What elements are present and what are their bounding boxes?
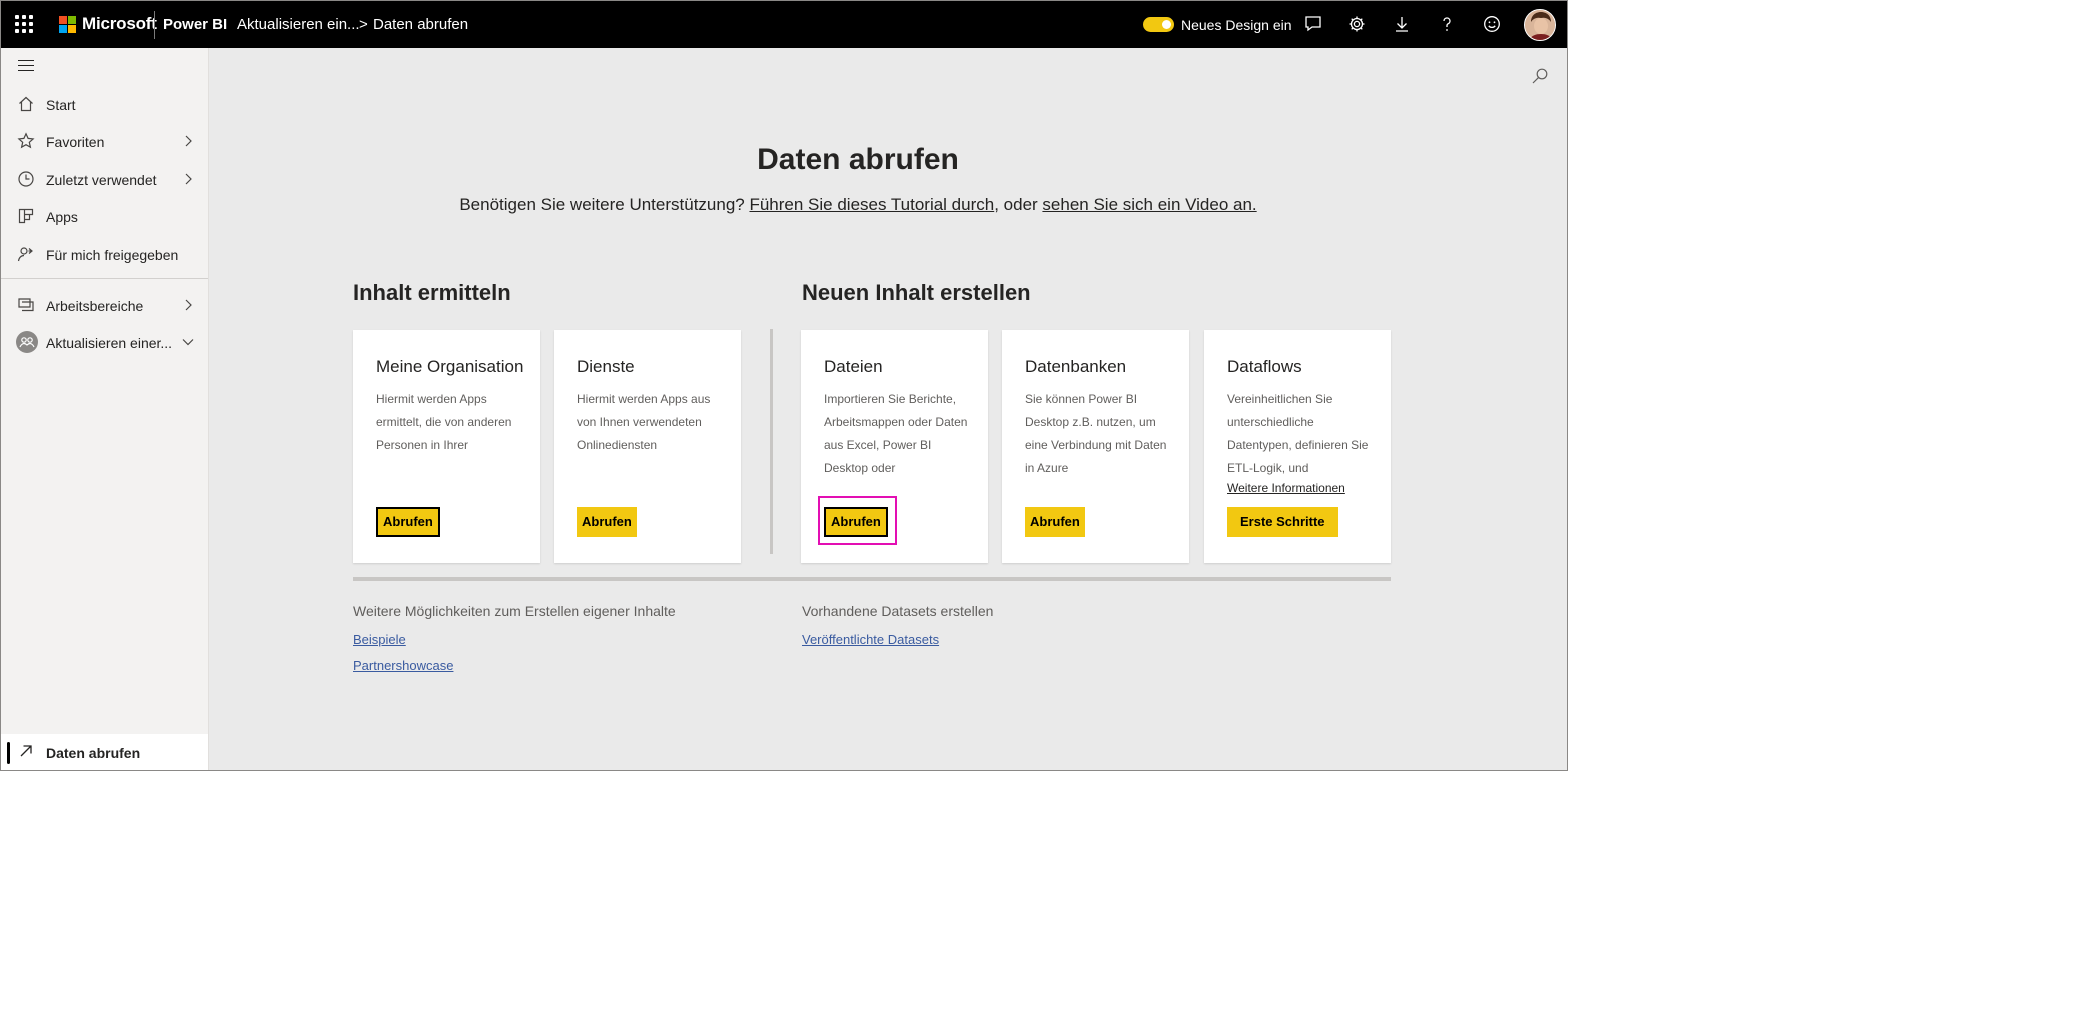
help-prefix: Benötigen Sie weitere Unterstützung? bbox=[459, 195, 750, 214]
card-dateien: Dateien Importieren Sie Berichte, Arbeit… bbox=[801, 330, 988, 563]
user-avatar[interactable] bbox=[1524, 9, 1556, 41]
product-name[interactable]: Power BI bbox=[163, 16, 227, 33]
active-indicator bbox=[7, 742, 10, 764]
sidebar-item-start[interactable]: Start bbox=[1, 86, 208, 123]
help-icon[interactable] bbox=[1436, 13, 1458, 35]
sidebar-item-label: Daten abrufen bbox=[46, 745, 141, 761]
page-title: Daten abrufen bbox=[757, 143, 959, 176]
sidebar: Start Favoriten Zuletzt verwendet Apps F… bbox=[1, 48, 209, 770]
card-title: Dataflows bbox=[1227, 357, 1302, 376]
video-link[interactable]: sehen Sie sich ein Video an. bbox=[1042, 195, 1256, 214]
section-divider bbox=[770, 329, 773, 554]
sidebar-item-label: Favoriten bbox=[46, 134, 105, 150]
help-line: Benötigen Sie weitere Unterstützung? Füh… bbox=[209, 195, 1507, 215]
chevron-down-icon[interactable] bbox=[181, 335, 195, 349]
top-bar: Microsoft Power BI Aktualisieren ein... … bbox=[1, 1, 1567, 48]
chevron-right-icon[interactable] bbox=[183, 134, 193, 148]
clock-icon bbox=[18, 171, 34, 187]
get-button-organisation[interactable]: Abrufen bbox=[376, 507, 440, 537]
breadcrumb-workspace[interactable]: Aktualisieren ein... bbox=[237, 16, 360, 33]
get-button-dateien[interactable]: Abrufen bbox=[824, 507, 888, 537]
sidebar-item-label: Für mich freigegeben bbox=[46, 247, 179, 263]
breadcrumb-chevron: > bbox=[359, 16, 368, 33]
sidebar-item-daten-abrufen[interactable]: Daten abrufen bbox=[1, 734, 208, 770]
hamburger-menu-icon[interactable] bbox=[18, 60, 34, 72]
card-title: Dienste bbox=[577, 357, 635, 376]
partner-showcase-link[interactable]: Partnershowcase bbox=[353, 658, 453, 673]
chevron-right-icon[interactable] bbox=[183, 298, 193, 312]
new-design-toggle[interactable] bbox=[1143, 17, 1174, 32]
get-started-button[interactable]: Erste Schritte bbox=[1227, 507, 1338, 537]
waffle-icon[interactable] bbox=[15, 15, 33, 33]
sidebar-item-fuer-mich-freigegeben[interactable]: Für mich freigegeben bbox=[1, 236, 208, 273]
sidebar-item-label: Apps bbox=[46, 209, 78, 225]
sidebar-item-label: Arbeitsbereiche bbox=[46, 298, 144, 314]
card-dataflows: Dataflows Vereinheitlichen Sie unterschi… bbox=[1204, 330, 1391, 563]
card-description: Sie können Power BI Desktop z.B. nutzen,… bbox=[1025, 392, 1167, 475]
workspace-avatar-icon bbox=[16, 331, 38, 353]
sidebar-item-zuletzt-verwendet[interactable]: Zuletzt verwendet bbox=[1, 161, 208, 198]
sidebar-item-label: Start bbox=[46, 97, 76, 113]
get-button-datenbanken[interactable]: Abrufen bbox=[1025, 507, 1085, 537]
logo-square-blue bbox=[59, 25, 67, 33]
microsoft-brand-text: Microsoft bbox=[82, 14, 157, 33]
card-description: Hiermit werden Apps ermittelt, die von a… bbox=[376, 392, 512, 452]
logo-square-yellow bbox=[68, 25, 76, 33]
shared-icon bbox=[17, 247, 33, 262]
section-title-create: Neuen Inhalt erstellen bbox=[802, 280, 1031, 305]
sidebar-item-favoriten[interactable]: Favoriten bbox=[1, 123, 208, 160]
samples-link[interactable]: Beispiele bbox=[353, 632, 406, 647]
workspaces-icon bbox=[18, 298, 34, 312]
arrow-up-right-icon bbox=[20, 745, 32, 757]
settings-icon[interactable] bbox=[1346, 13, 1368, 35]
sidebar-item-apps[interactable]: Apps bbox=[1, 198, 208, 235]
tutorial-link[interactable]: Führen Sie dieses Tutorial durch bbox=[749, 195, 994, 214]
sidebar-item-label: Zuletzt verwendet bbox=[46, 172, 157, 188]
card-title: Datenbanken bbox=[1025, 357, 1127, 376]
sidebar-item-aktualisieren-einer[interactable]: Aktualisieren einer... bbox=[1, 324, 208, 361]
home-icon bbox=[19, 96, 33, 112]
sidebar-divider bbox=[1, 278, 208, 279]
more-options-title: Weitere Möglichkeiten zum Erstellen eige… bbox=[353, 603, 676, 619]
logo-square-red bbox=[59, 16, 67, 24]
download-icon[interactable] bbox=[1391, 13, 1413, 35]
app-window: Microsoft Power BI Aktualisieren ein... … bbox=[0, 0, 1568, 771]
more-info-link[interactable]: Weitere Informationen bbox=[1227, 481, 1345, 495]
new-design-toggle-label: Neues Design ein bbox=[1181, 17, 1292, 33]
logo-square-green bbox=[68, 16, 76, 24]
smiley-icon[interactable] bbox=[1481, 13, 1503, 35]
card-description: Importieren Sie Berichte, Arbeitsmappen … bbox=[824, 392, 968, 475]
sidebar-item-arbeitsbereiche[interactable]: Arbeitsbereiche bbox=[1, 287, 208, 324]
card-datenbanken: Datenbanken Sie können Power BI Desktop … bbox=[1002, 330, 1189, 563]
datasets-title: Vorhandene Datasets erstellen bbox=[802, 603, 994, 619]
help-middle: , oder bbox=[994, 195, 1043, 214]
section-title-discover: Inhalt ermitteln bbox=[353, 280, 511, 305]
card-title: Meine Organisation bbox=[376, 357, 524, 376]
star-icon bbox=[17, 132, 35, 149]
sidebar-item-label: Aktualisieren einer... bbox=[46, 335, 173, 351]
topbar-divider bbox=[154, 11, 155, 39]
breadcrumb-current-page: Daten abrufen bbox=[373, 16, 469, 33]
apps-icon bbox=[18, 208, 34, 224]
card-description: Hiermit werden Apps aus von Ihnen verwen… bbox=[577, 392, 711, 452]
search-icon[interactable] bbox=[1531, 67, 1549, 85]
chevron-right-icon[interactable] bbox=[183, 172, 193, 186]
card-dienste: Dienste Hiermit werden Apps aus von Ihne… bbox=[554, 330, 741, 563]
card-description: Vereinheitlichen Sie unterschiedliche Da… bbox=[1227, 392, 1369, 475]
card-meine-organisation: Meine Organisation Hiermit werden Apps e… bbox=[353, 330, 540, 563]
card-title: Dateien bbox=[824, 357, 883, 376]
microsoft-logo-icon bbox=[59, 16, 76, 33]
get-button-dienste[interactable]: Abrufen bbox=[577, 507, 637, 537]
published-datasets-link[interactable]: Veröffentlichte Datasets bbox=[802, 632, 939, 647]
feedback-icon[interactable] bbox=[1302, 13, 1324, 35]
horizontal-divider bbox=[353, 577, 1391, 581]
